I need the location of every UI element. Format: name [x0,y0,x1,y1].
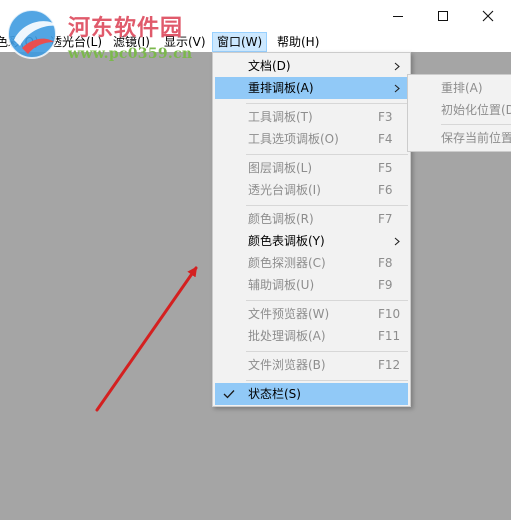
menu-item-shortcut: F3 [378,110,393,124]
menu-item-label: 透光台调板(I) [248,183,321,197]
menu-item-label: 文件浏览器(B) [248,358,326,372]
menu-item-shortcut: F8 [378,256,393,270]
menu-item-tool-options-panel[interactable]: 工具选项调板(O) F4 [215,128,408,150]
menu-item-label: 文件预览器(W) [248,307,330,321]
menu-item-color-detector[interactable]: 颜色探测器(C) F8 [215,252,408,274]
menu-separator [246,154,408,155]
submenu-separator [441,124,511,125]
menu-separator [246,351,408,352]
menu-item-label: 辅助调板(U) [248,278,315,292]
menu-item-layers-panel[interactable]: 图层调板(L) F5 [215,157,408,179]
menu-item-label: 重排调板(A) [248,81,314,95]
menu-item-label: 工具调板(T) [248,110,313,124]
menu-item-label: 颜色探测器(C) [248,256,326,270]
menu-item-label: 工具选项调板(O) [248,132,339,146]
menu-item-shortcut: F6 [378,183,393,197]
menu-item-shortcut: F5 [378,161,393,175]
menu-item-shortcut: F7 [378,212,393,226]
submenu-item-save-position[interactable]: 保存当前位置 [408,127,511,149]
menu-item-shortcut: F9 [378,278,393,292]
menu-item-file-previewer[interactable]: 文件预览器(W) F10 [215,303,408,325]
submenu-item-label: 重排(A) [441,81,483,95]
menu-item-status-bar[interactable]: 状态栏(S) [215,383,408,405]
menu-item-color-table-panel[interactable]: 颜色表调板(Y) [215,230,408,252]
menu-item-batch-panel[interactable]: 批处理调板(A) F11 [215,325,408,347]
menu-separator [246,205,408,206]
chevron-right-icon [394,77,404,99]
chevron-right-icon [394,55,404,77]
menu-item-shortcut: F12 [378,358,401,372]
menu-item-label: 批处理调板(A) [248,329,326,343]
submenu-item-label: 初始化位置(D [441,103,511,117]
menu-item-label: 状态栏(S) [248,387,301,401]
menu-item-arrange-panels[interactable]: 重排调板(A) [215,77,408,99]
submenu-item-reset-position[interactable]: 初始化位置(D [408,99,511,121]
menu-item-label: 图层调板(L) [248,161,313,175]
menu-separator [246,103,408,104]
menu-item-file-browser[interactable]: 文件浏览器(B) F12 [215,354,408,376]
menu-item-shortcut: F11 [378,329,401,343]
window-menu-dropdown: 文档(D) 重排调板(A) 工具调板(T) F3 工具选项调板(O) F4 图层… [212,52,411,407]
menu-item-tool-panel[interactable]: 工具调板(T) F3 [215,106,408,128]
menu-separator [246,300,408,301]
checkmark-icon [221,383,237,405]
menu-item-label: 文档(D) [248,59,291,73]
arrange-panels-submenu: 重排(A) 初始化位置(D 保存当前位置 [407,74,511,152]
menu-item-light-table-panel[interactable]: 透光台调板(I) F6 [215,179,408,201]
menu-item-color-panel[interactable]: 颜色调板(R) F7 [215,208,408,230]
menu-item-auxiliary-panel[interactable]: 辅助调板(U) F9 [215,274,408,296]
menu-separator [246,380,408,381]
menu-item-label: 颜色调板(R) [248,212,314,226]
submenu-item-arrange[interactable]: 重排(A) [408,77,511,99]
submenu-item-label: 保存当前位置 [441,131,511,145]
menu-item-shortcut: F10 [378,307,401,321]
chevron-right-icon [394,230,404,252]
menu-item-shortcut: F4 [378,132,393,146]
menu-item-label: 颜色表调板(Y) [248,234,325,248]
menu-item-document[interactable]: 文档(D) [215,55,408,77]
